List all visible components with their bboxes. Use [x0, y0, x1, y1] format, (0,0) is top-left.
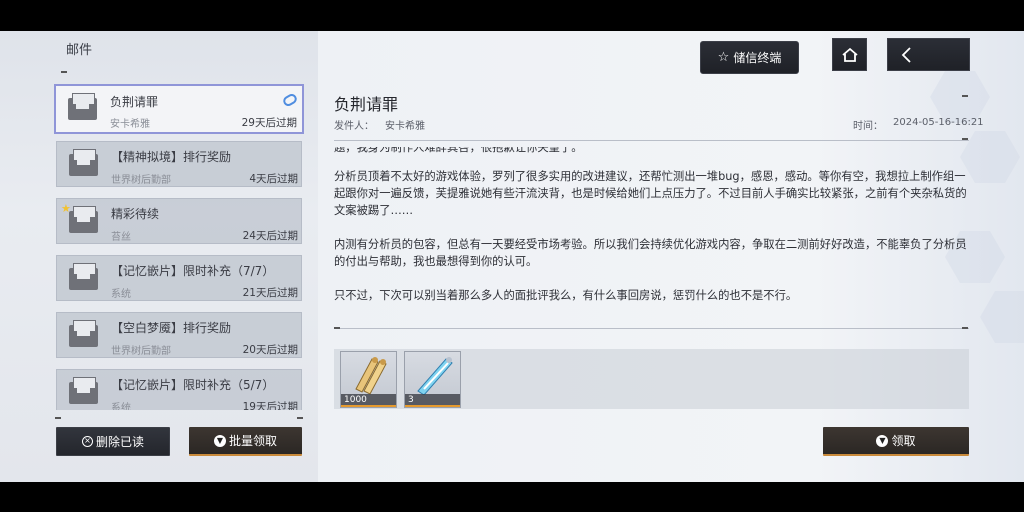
home-button[interactable]	[832, 38, 867, 71]
claim-label: 领取	[891, 434, 916, 448]
mail-item[interactable]: ★ 精彩待续 苔丝 24天后过期	[56, 198, 302, 244]
item-quantity: 3	[405, 394, 460, 407]
mail-paragraph: 分析员顶着不太好的游戏体验，罗列了很多实用的改进建议，还帮忙测出一堆bug，感恩…	[334, 170, 967, 217]
mail-sender: 系统	[111, 289, 131, 300]
attachment-clip-icon	[281, 92, 299, 108]
mail-title: 精彩待续	[111, 207, 160, 221]
page-title: 邮件	[66, 43, 93, 58]
mail-detail-title: 负荆请罪	[334, 95, 399, 114]
storage-terminal-label: 储信终端	[733, 51, 782, 65]
mail-expire: 29天后过期	[241, 117, 297, 129]
envelope-icon	[69, 377, 98, 404]
mail-expire: 20天后过期	[242, 344, 298, 356]
mail-expire: 24天后过期	[242, 230, 298, 242]
top-letterbox	[0, 0, 1024, 31]
envelope-icon	[69, 206, 98, 233]
close-circle-icon: ×	[81, 436, 93, 447]
mail-item-selected[interactable]: 负荆请罪 安卡希雅 29天后过期	[54, 84, 304, 134]
attachment-item[interactable]: 1000	[340, 351, 397, 408]
mail-expire: 19天后过期	[242, 401, 298, 410]
mail-paragraph: 只不过，下次可以别当着那么多人的面批评我么，有什么事回房说，惩罚什么的也不是不行…	[334, 289, 798, 302]
corner-marker	[334, 327, 340, 329]
corner-marker	[962, 327, 968, 329]
body-divider	[334, 328, 969, 329]
scroll-bundle-icon	[355, 357, 387, 395]
mail-sender: 世界树后勤部	[111, 175, 171, 186]
mail-list[interactable]: 负荆请罪 安卡希雅 29天后过期 【精神拟境】排行奖励 世界树后勤部 4天后过期…	[54, 84, 304, 410]
home-icon	[841, 47, 858, 62]
download-circle-icon: ▼	[876, 434, 889, 447]
blue-crystal-stick-icon	[417, 357, 453, 395]
mail-title: 【空白梦魇】排行奖励	[111, 321, 232, 335]
sender-label: 发件人：	[334, 121, 374, 132]
mail-sender: 安卡希雅	[110, 119, 150, 130]
delete-read-button[interactable]: × 删除已读	[56, 427, 170, 456]
envelope-icon	[68, 93, 97, 120]
envelope-icon	[69, 263, 98, 290]
mail-title: 负荆请罪	[110, 95, 159, 109]
envelope-icon	[69, 320, 98, 347]
claim-all-label: 批量领取	[228, 434, 277, 448]
back-arrow-icon	[901, 46, 911, 63]
envelope-icon	[69, 149, 98, 176]
mail-screen: 邮件 负荆请罪 安卡希雅 29天后过期 【精神拟境】排行奖励 世界树后勤部 4天…	[0, 31, 1024, 482]
mail-paragraph: 内测有分析员的包容，但总有一天要经受市场考验。所以我们会持续优化游戏内容，争取在…	[334, 238, 967, 268]
claim-button[interactable]: ▼ 领取	[823, 427, 969, 456]
bottom-letterbox	[0, 482, 1024, 512]
mail-item[interactable]: 【空白梦魇】排行奖励 世界树后勤部 20天后过期	[56, 312, 302, 358]
mail-sender: 苔丝	[111, 232, 131, 243]
sender-name: 安卡希雅	[385, 121, 425, 132]
list-top-marker	[61, 71, 67, 73]
time-value: 2024-05-16-16:21	[893, 117, 984, 128]
mail-expire: 21天后过期	[242, 287, 298, 299]
storage-terminal-button[interactable]: ☆ 储信终端	[700, 41, 799, 74]
mail-title: 【记忆嵌片】限时补充（5/7）	[111, 378, 275, 392]
mail-body[interactable]: 题，我身为制作人难辞其咎，很抱歉让你失望了。 分析员顶着不太好的游戏体验，罗列了…	[334, 147, 970, 322]
time-label: 时间：	[853, 121, 883, 132]
mail-expire: 4天后过期	[249, 173, 298, 185]
item-quantity: 1000	[341, 394, 396, 407]
mail-title: 【精神拟境】排行奖励	[111, 150, 232, 164]
header-divider	[334, 140, 969, 141]
attachment-item[interactable]: 3	[404, 351, 461, 408]
mail-sender: 世界树后勤部	[111, 346, 171, 357]
mail-title: 【记忆嵌片】限时补充（7/7）	[111, 264, 275, 278]
mail-sender: 系统	[111, 403, 131, 410]
back-button[interactable]	[887, 38, 970, 71]
claim-all-button[interactable]: ▼ 批量领取	[189, 427, 302, 456]
delete-read-label: 删除已读	[95, 435, 144, 449]
mail-body-cutoff-line: 题，我身为制作人难辞其咎，很抱歉让你失望了。	[334, 147, 583, 154]
corner-marker	[962, 138, 968, 140]
download-circle-icon: ▼	[213, 434, 226, 447]
mail-item[interactable]: 【记忆嵌片】限时补充（7/7） 系统 21天后过期	[56, 255, 302, 301]
star-outline-icon: ☆	[717, 50, 730, 65]
mail-item[interactable]: 【记忆嵌片】限时补充（5/7） 系统 19天后过期	[56, 369, 302, 410]
mail-item[interactable]: 【精神拟境】排行奖励 世界树后勤部 4天后过期	[56, 141, 302, 187]
list-bottom-marker	[55, 417, 61, 419]
corner-marker	[962, 95, 968, 97]
list-bottom-marker	[297, 417, 303, 419]
